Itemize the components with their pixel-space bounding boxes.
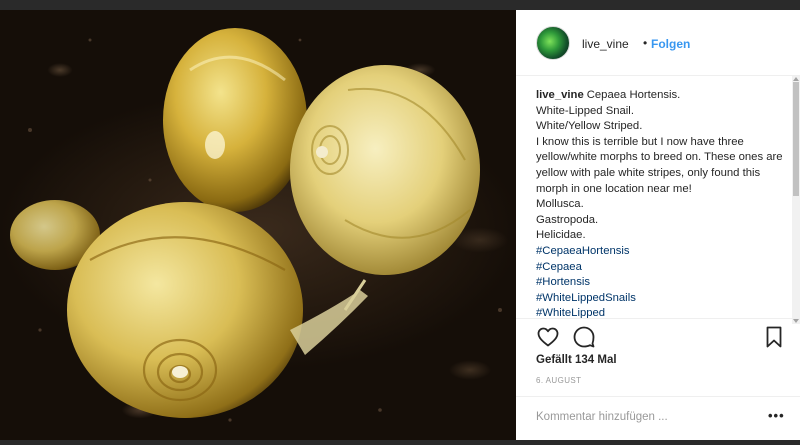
hashtag-link[interactable]: #CepaeaHortensis	[536, 244, 786, 260]
caption-text-line: White-Lipped Snail.	[536, 104, 634, 117]
scroll-down-arrow-icon[interactable]	[793, 319, 799, 323]
caption-text-line: Helicidae.	[536, 229, 586, 242]
caption-text-line: Mollusca.	[536, 198, 584, 211]
post-date: 6. AUGUST	[536, 376, 582, 385]
bookmark-icon[interactable]	[762, 325, 786, 349]
caption-text-line: White/Yellow Striped.	[536, 120, 643, 133]
caption-username[interactable]: live_vine	[536, 89, 584, 101]
caption-first-line: live_vine Cepaea Hortensis.	[536, 88, 786, 104]
post-side-panel: live_vine • Folgen live_vine Cepaea Horte…	[516, 10, 800, 440]
post-username[interactable]: live_vine	[582, 37, 629, 51]
likes-count[interactable]: Gefällt 134 Mal	[536, 354, 617, 366]
bottom-dark-strip	[0, 440, 800, 445]
hashtag-link[interactable]: #WhiteLippedSnails	[536, 291, 786, 307]
top-dark-strip	[0, 0, 800, 10]
post-header: live_vine • Folgen	[516, 10, 800, 76]
hashtag-link[interactable]: #WhiteLipped	[536, 306, 786, 318]
comment-input[interactable]	[536, 408, 736, 426]
heart-icon[interactable]	[536, 325, 560, 349]
scroll-up-arrow-icon[interactable]	[793, 77, 799, 81]
comment-bubble-icon[interactable]	[572, 325, 596, 349]
caption-scrollbar[interactable]	[792, 76, 800, 324]
hashtag-link[interactable]: #Cepaea	[536, 260, 786, 276]
avatar[interactable]	[536, 26, 570, 60]
snail-photo-illustration	[10, 28, 502, 422]
post-photo[interactable]	[0, 10, 516, 440]
separator-dot: •	[643, 36, 648, 50]
more-options-icon[interactable]: •••	[768, 408, 785, 423]
scrollbar-thumb[interactable]	[793, 82, 799, 196]
hashtag-link[interactable]: #Hortensis	[536, 275, 786, 291]
follow-button[interactable]: Folgen	[651, 37, 690, 51]
actions-divider	[516, 318, 800, 319]
post-caption: live_vine Cepaea Hortensis. White-Lipped …	[536, 88, 786, 318]
caption-text-line: Cepaea Hortensis.	[586, 89, 681, 101]
caption-text-line: I know this is terrible but I now have t…	[536, 135, 783, 195]
caption-text-line: Gastropoda.	[536, 213, 599, 226]
